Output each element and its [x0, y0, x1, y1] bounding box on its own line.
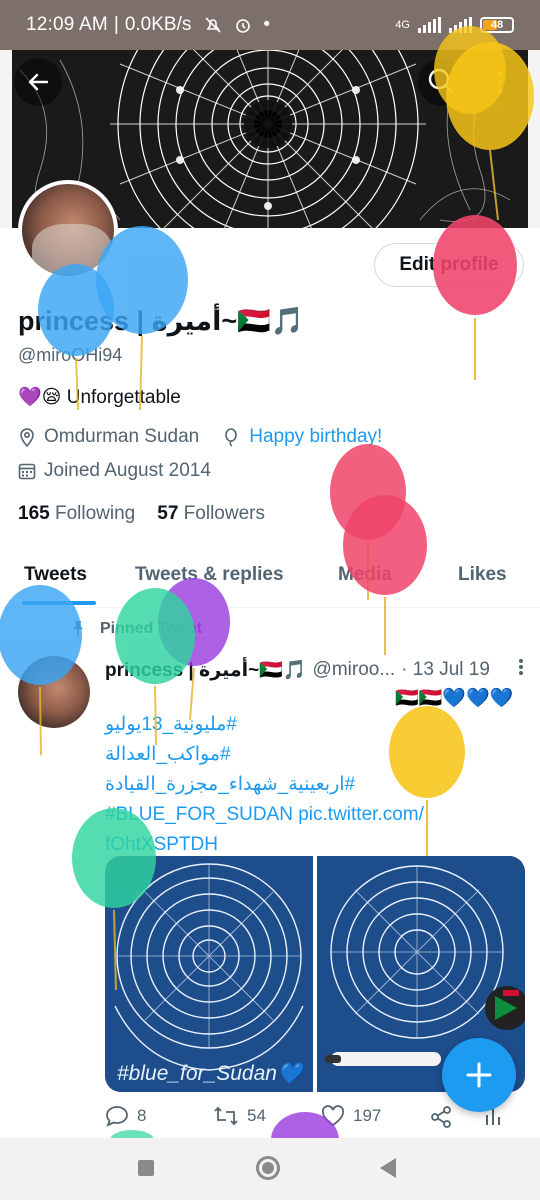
bio: 💜😪 Unforgettable [18, 387, 181, 408]
follow-stats: 165 Following 57 Followers [18, 503, 265, 525]
joined-row: Joined August 2014 [18, 460, 211, 482]
balloon-icon [225, 428, 238, 447]
balloon-red-edit [433, 215, 517, 380]
pin-icon [73, 621, 83, 637]
hashtag-link[interactable]: #مواكب_العدالة [105, 740, 525, 770]
status-icons: • [203, 14, 270, 36]
tweet-author-name[interactable]: princess | أميرة~🇸🇩🎵 [105, 658, 307, 682]
following-label: Following [54, 503, 136, 524]
status-bar: 12:09 AM | 0.0KB/s • 4G 48 [0, 0, 540, 50]
tweet-author-handle: @miroo... [312, 658, 396, 680]
pinned-text: Pinned Tweet [100, 620, 202, 637]
location-pin-icon [20, 428, 34, 447]
tweet-more-button[interactable] [517, 657, 525, 682]
signal-icon [418, 17, 441, 33]
profile-tabs: Tweets Tweets & replies Media Likes [0, 552, 540, 608]
plus-icon [466, 1062, 492, 1088]
birthday-link[interactable]: Happy birthday! [249, 426, 382, 448]
tweet-author-avatar[interactable] [18, 656, 90, 728]
more-vertical-icon [519, 659, 523, 675]
tab-tweets-replies[interactable]: Tweets & replies [135, 552, 284, 586]
calendar-icon [18, 463, 36, 480]
compose-tweet-button[interactable] [442, 1038, 516, 1112]
more-button[interactable] [476, 58, 524, 106]
mute-notification-icon [205, 17, 221, 33]
alarm-icon [236, 19, 251, 33]
following-link[interactable]: 165 Following [18, 503, 135, 525]
tweet-header: princess | أميرة~🇸🇩🎵 @miroo... · 13 Jul … [105, 657, 525, 682]
following-count: 165 [18, 503, 50, 524]
system-back-button[interactable] [380, 1158, 396, 1178]
mandala-image [105, 856, 313, 1092]
joined-text: Joined August 2014 [44, 460, 211, 481]
dot-icon: • [263, 14, 271, 35]
user-handle: @miroOHi94 [18, 345, 123, 365]
followers-label: Followers [183, 503, 265, 524]
share-icon [431, 1106, 451, 1128]
tab-media[interactable]: Media [338, 552, 392, 586]
tab-tweets[interactable]: Tweets [24, 552, 87, 586]
tab-likes[interactable]: Likes [458, 552, 507, 586]
media-image-1[interactable]: #blue_for_Sudan💙 [105, 856, 313, 1092]
followers-link[interactable]: 57 Followers [157, 503, 265, 525]
media-caption: #blue_for_Sudan💙 [117, 1062, 304, 1085]
hashtag-link[interactable]: #BLUE_FOR_SUDAN pic.twitter.com/ [105, 800, 525, 830]
reply-button[interactable]: 8 [105, 1105, 146, 1127]
battery-icon: 48 [480, 17, 514, 33]
hashtag-link[interactable]: #اربعينية_شهداء_مجزرة_القيادة [105, 770, 525, 800]
status-time: 12:09 AM [26, 14, 108, 35]
tweet-hashtags: #مليونية_13يوليو #مواكب_العدالة #اربعيني… [105, 710, 525, 860]
search-icon [428, 68, 454, 94]
share-button[interactable] [429, 1105, 453, 1129]
retweet-button[interactable]: 54 [213, 1105, 266, 1127]
tweet-emojis: 🇸🇩🇸🇩💙💙💙 [395, 688, 514, 709]
edit-profile-button[interactable]: Edit profile [374, 243, 524, 287]
home-button[interactable] [256, 1156, 280, 1180]
heart-icon [321, 1105, 345, 1127]
hashtag-link[interactable]: #مليونية_13يوليو [105, 710, 525, 740]
search-button[interactable] [418, 58, 466, 106]
signal-icon-2 [449, 17, 472, 33]
reply-icon [106, 1106, 128, 1127]
like-count: 197 [353, 1106, 382, 1125]
more-vertical-icon [497, 70, 503, 94]
profile-meta-row: Omdurman Sudan Happy birthday! [18, 426, 382, 448]
tweet-date: · 13 Jul 19 [401, 658, 490, 680]
arrow-left-icon [28, 73, 49, 91]
retweet-icon [214, 1106, 238, 1126]
status-right: 4G 48 [395, 17, 514, 33]
battery-level: 48 [490, 19, 504, 31]
location-text: Omdurman Sudan [44, 426, 200, 447]
like-button[interactable]: 197 [321, 1105, 381, 1127]
status-separator: | [113, 14, 119, 35]
back-button[interactable] [14, 58, 62, 106]
reply-count: 8 [137, 1106, 147, 1125]
display-name: princess | أميرة~🇸🇩🎵 [18, 306, 305, 336]
recents-button[interactable] [138, 1160, 154, 1176]
profile-avatar[interactable] [18, 180, 118, 280]
status-speed: 0.0KB/s [124, 14, 192, 35]
retweet-count: 54 [247, 1106, 266, 1125]
pinned-label: Pinned Tweet [70, 620, 202, 638]
active-tab-indicator [22, 601, 96, 605]
network-type: 4G [395, 19, 410, 31]
followers-count: 57 [157, 503, 179, 524]
